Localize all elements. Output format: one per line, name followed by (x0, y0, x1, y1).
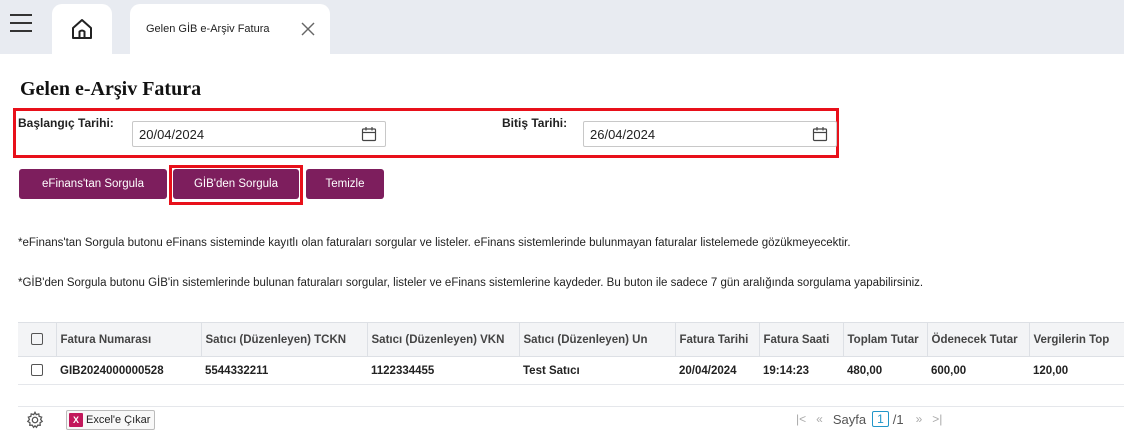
pagination: |< « Sayfa 1 /1 » >| (796, 411, 952, 427)
excel-icon: X (69, 413, 83, 427)
clear-button[interactable]: Temizle (306, 169, 384, 199)
tab-label: Gelen GİB e-Arşiv Fatura (146, 23, 270, 35)
invoice-table: Fatura Numarası Satıcı (Düzenleyen) TCKN… (18, 322, 1124, 385)
export-excel-label: Excel'e Çıkar (86, 414, 151, 426)
end-date-input[interactable]: 26/04/2024 (583, 121, 837, 147)
table-cell: 600,00 (927, 356, 1029, 385)
row-select-cell[interactable] (18, 356, 56, 385)
column-header[interactable]: Toplam Tutar (843, 322, 928, 357)
table-cell: 19:14:23 (759, 356, 843, 385)
calendar-icon[interactable] (812, 126, 828, 142)
table-cell: GIB2024000000528 (56, 356, 201, 385)
column-header[interactable]: Satıcı (Düzenleyen) VKN (367, 322, 520, 357)
gib-query-button[interactable]: GİB'den Sorgula (173, 169, 299, 199)
table-row[interactable]: GIB2024000000528 5544332211 1122334455 T… (18, 356, 1124, 385)
column-header[interactable]: Vergilerin Top (1029, 322, 1124, 357)
table-cell: 480,00 (843, 356, 927, 385)
first-page-icon[interactable]: |< (796, 412, 806, 426)
page-label: Sayfa (832, 411, 867, 427)
info-text-gib: *GİB'den Sorgula butonu GİB'in sistemler… (18, 277, 924, 289)
tab-gelen-gib-earsiv-fatura[interactable]: Gelen GİB e-Arşiv Fatura (130, 4, 330, 54)
grid-footer: X Excel'e Çıkar |< « Sayfa 1 /1 » >| (18, 406, 1124, 434)
column-header[interactable]: Fatura Numarası (56, 322, 202, 357)
select-all-cell[interactable] (18, 322, 57, 357)
table-cell: 5544332211 (201, 356, 367, 385)
column-header[interactable]: Fatura Saati (759, 322, 844, 357)
top-bar: Gelen GİB e-Arşiv Fatura (0, 0, 1124, 54)
export-excel-button[interactable]: X Excel'e Çıkar (66, 410, 156, 430)
table-cell: 1122334455 (367, 356, 519, 385)
column-header[interactable]: Satıcı (Düzenleyen) TCKN (201, 322, 368, 357)
next-page-icon[interactable]: » (916, 412, 923, 426)
table-cell: 20/04/2024 (675, 356, 759, 385)
home-icon (72, 19, 92, 39)
table-header-row: Fatura Numarası Satıcı (Düzenleyen) TCKN… (18, 322, 1124, 357)
end-date-label: Bitiş Tarihi: (502, 116, 568, 130)
date-filter-group: Başlangıç Tarihi: 20/04/2024 Bitiş Tarih… (13, 108, 839, 158)
info-text-efinans: *eFinans'tan Sorgula butonu eFinans sist… (18, 237, 851, 249)
table-cell: 120,00 (1029, 356, 1124, 385)
home-button[interactable] (52, 4, 112, 54)
row-checkbox[interactable] (31, 364, 43, 377)
start-date-value: 20/04/2024 (139, 126, 205, 142)
column-header[interactable]: Fatura Tarihi (675, 322, 760, 357)
gear-icon[interactable] (26, 411, 44, 429)
start-date-label: Başlangıç Tarihi: (18, 116, 114, 130)
table-cell: Test Satıcı (519, 356, 675, 385)
end-date-value: 26/04/2024 (590, 126, 656, 142)
column-header[interactable]: Ödenecek Tutar (927, 322, 1030, 357)
efinans-query-button[interactable]: eFinans'tan Sorgula (19, 169, 167, 199)
last-page-icon[interactable]: >| (932, 412, 942, 426)
select-all-checkbox[interactable] (30, 333, 43, 346)
current-page-input[interactable]: 1 (872, 411, 889, 427)
total-pages: /1 (892, 411, 904, 427)
start-date-input[interactable]: 20/04/2024 (132, 121, 386, 147)
page-title: Gelen e-Arşiv Fatura (20, 78, 202, 100)
calendar-icon[interactable] (361, 126, 377, 142)
column-header[interactable]: Satıcı (Düzenleyen) Un (519, 322, 676, 357)
previous-page-icon[interactable]: « (816, 412, 823, 426)
close-icon[interactable] (300, 21, 316, 37)
menu-icon[interactable] (10, 14, 32, 32)
